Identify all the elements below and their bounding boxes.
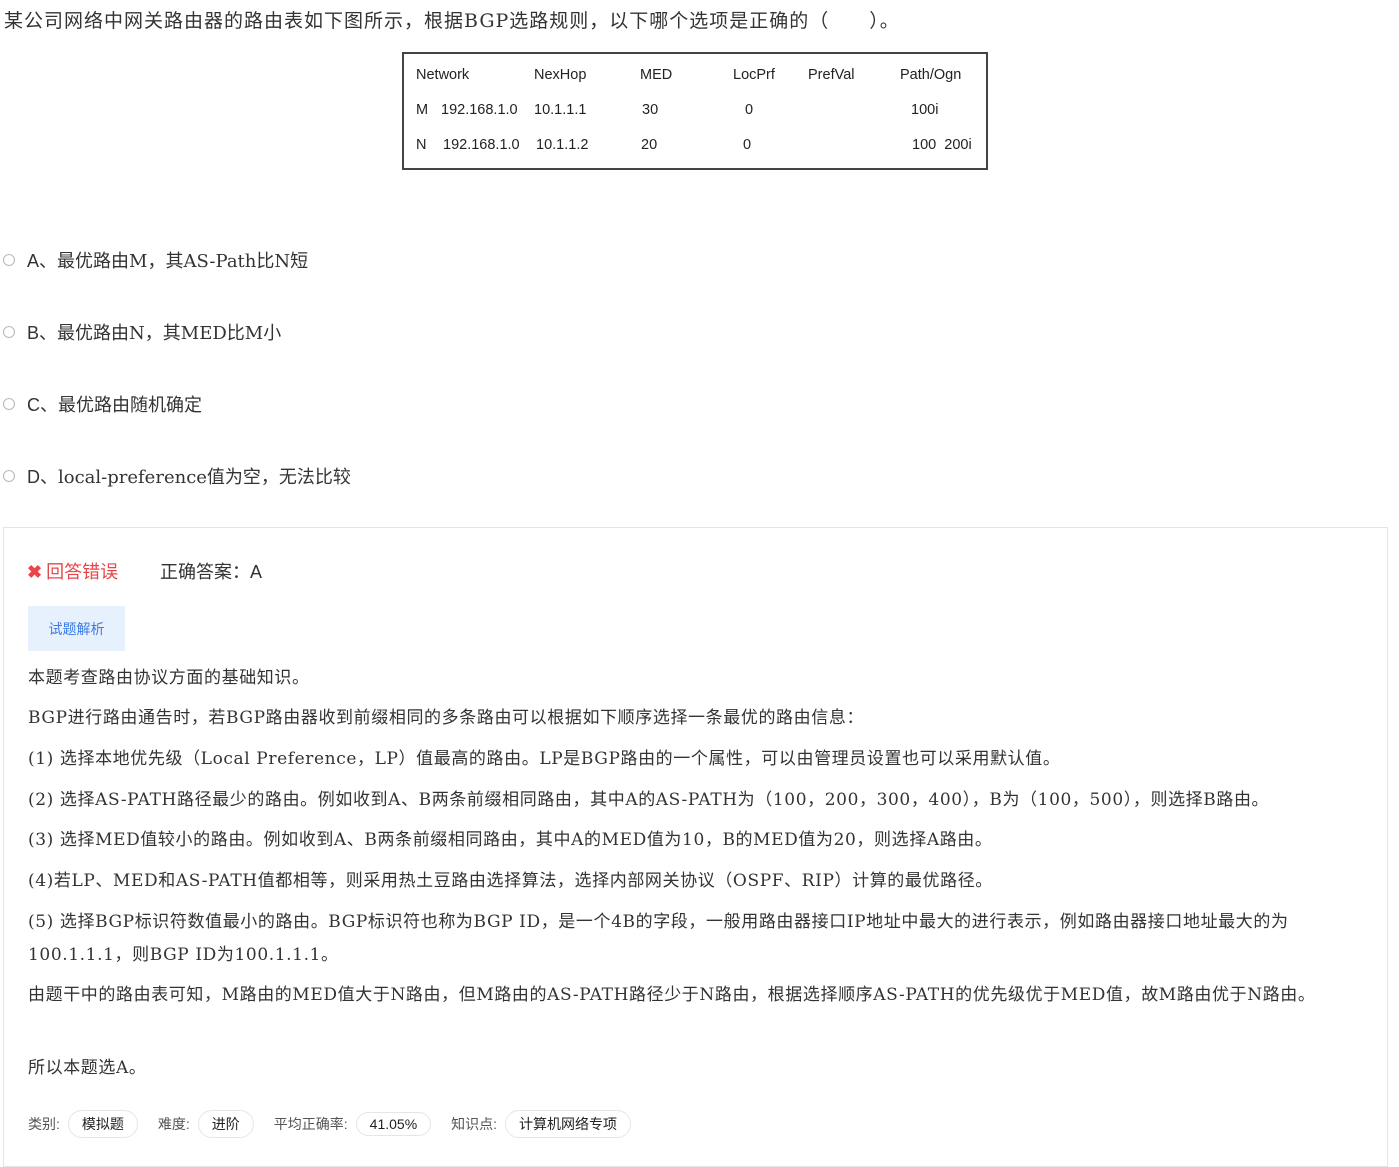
result-status-text: 回答错误 — [46, 562, 119, 582]
question-text: 某公司网络中网关路由器的路由表如下图所示，根据BGP选路规则，以下哪个选项是正确… — [4, 10, 900, 32]
explanation-paragraph: (1) 选择本地优先级（Local Preference，LP）值最高的路由。L… — [28, 749, 1061, 769]
row-n-med: 20 — [641, 137, 658, 153]
accuracy-tag: 41.05% — [355, 1112, 432, 1136]
header-prefval: PrefVal — [808, 67, 855, 83]
option-a-radio[interactable] — [3, 254, 15, 266]
option-d-text: local-preference值为空，无法比较 — [58, 467, 351, 488]
row-n-path: 100 200i — [912, 137, 972, 153]
row-n-locprf: 0 — [743, 137, 752, 153]
explanation-paragraph: 本题考查路由协议方面的基础知识。 — [28, 668, 310, 688]
knowledge-label: 知识点: — [451, 1116, 498, 1132]
tab-explanation[interactable]: 试题解析 — [28, 606, 125, 651]
close-icon: ✖ — [27, 562, 43, 582]
row-m-med: 30 — [642, 102, 659, 118]
explanation-paragraph: 所以本题选A。 — [28, 1058, 147, 1078]
explanation-paragraph: BGP进行路由通告时，若BGP路由器收到前缀相同的多条路由可以根据如下顺序选择一… — [28, 708, 865, 728]
explanation-paragraph: (5) 选择BGP标识符数值最小的路由。BGP标识符也称为BGP ID，是一个4… — [28, 912, 1289, 965]
option-c[interactable]: C、 最优路由随机确定 — [3, 391, 202, 417]
header-network: Network — [416, 67, 470, 83]
option-a[interactable]: A、 最优路由M，其AS-Path比N短 — [3, 247, 308, 273]
accuracy-label: 平均正确率: — [273, 1116, 348, 1132]
option-d-radio[interactable] — [3, 470, 15, 482]
option-d-letter: D、 — [27, 467, 58, 487]
difficulty-label: 难度: — [157, 1116, 190, 1132]
row-m-network: 192.168.1.0 — [441, 102, 518, 118]
option-b-text: 最优路由N，其MED比M小 — [57, 323, 282, 344]
correct-answer-value: A — [250, 562, 263, 582]
option-c-letter: C、 — [27, 395, 58, 415]
header-med: MED — [640, 67, 673, 83]
option-b[interactable]: B、 最优路由N，其MED比M小 — [3, 319, 281, 345]
correct-answer-label: 正确答案： — [160, 562, 250, 582]
option-d[interactable]: D、 local-preference值为空，无法比较 — [3, 463, 351, 489]
row-m-nexthop: 10.1.1.1 — [534, 102, 587, 118]
explanation-paragraph: (4)若LP、MED和AS-PATH值都相等，则采用热土豆路由选择算法，选择内部… — [28, 871, 993, 891]
option-a-letter: A、 — [27, 251, 58, 271]
explanation-paragraph: (2) 选择AS-PATH路径最少的路由。例如收到A、B两条前缀相同路由，其中A… — [28, 790, 1270, 810]
correct-answer: 正确答案：A — [160, 558, 262, 584]
option-b-letter: B、 — [27, 323, 58, 343]
header-path: Path/Ogn — [900, 67, 962, 83]
knowledge-tag: 计算机网络专项 — [505, 1110, 632, 1138]
header-nexthop: NexHop — [534, 67, 587, 83]
row-n-nexthop: 10.1.1.2 — [536, 137, 589, 153]
route-table-image: Network NexHop MED LocPrf PrefVal Path/O… — [402, 52, 988, 170]
row-m-locprf: 0 — [745, 102, 754, 118]
row-m-label: M — [416, 102, 429, 118]
row-n-network: 192.168.1.0 — [443, 137, 520, 153]
header-locprf: LocPrf — [733, 67, 775, 83]
difficulty-tag: 进阶 — [197, 1110, 254, 1138]
option-a-text: 最优路由M，其AS-Path比N短 — [57, 251, 309, 272]
row-m-path: 100i — [911, 102, 939, 118]
result-status: ✖ 回答错误 — [27, 558, 118, 584]
option-c-text: 最优路由随机确定 — [58, 395, 202, 416]
option-c-radio[interactable] — [3, 398, 15, 410]
explanation-paragraph: 由题干中的路由表可知，M路由的MED值大于N路由，但M路由的AS-PATH路径少… — [28, 985, 1316, 1005]
question-meta: 类别: 模拟题 难度: 进阶 平均正确率: 41.05% 知识点: 计算机网络专… — [28, 1110, 651, 1138]
category-tag: 模拟题 — [67, 1110, 138, 1138]
row-n-label: N — [416, 137, 427, 153]
explanation-paragraph: (3) 选择MED值较小的路由。例如收到A、B两条前缀相同路由，其中A的MED值… — [28, 830, 993, 850]
category-label: 类别: — [28, 1116, 60, 1132]
option-b-radio[interactable] — [3, 326, 15, 338]
